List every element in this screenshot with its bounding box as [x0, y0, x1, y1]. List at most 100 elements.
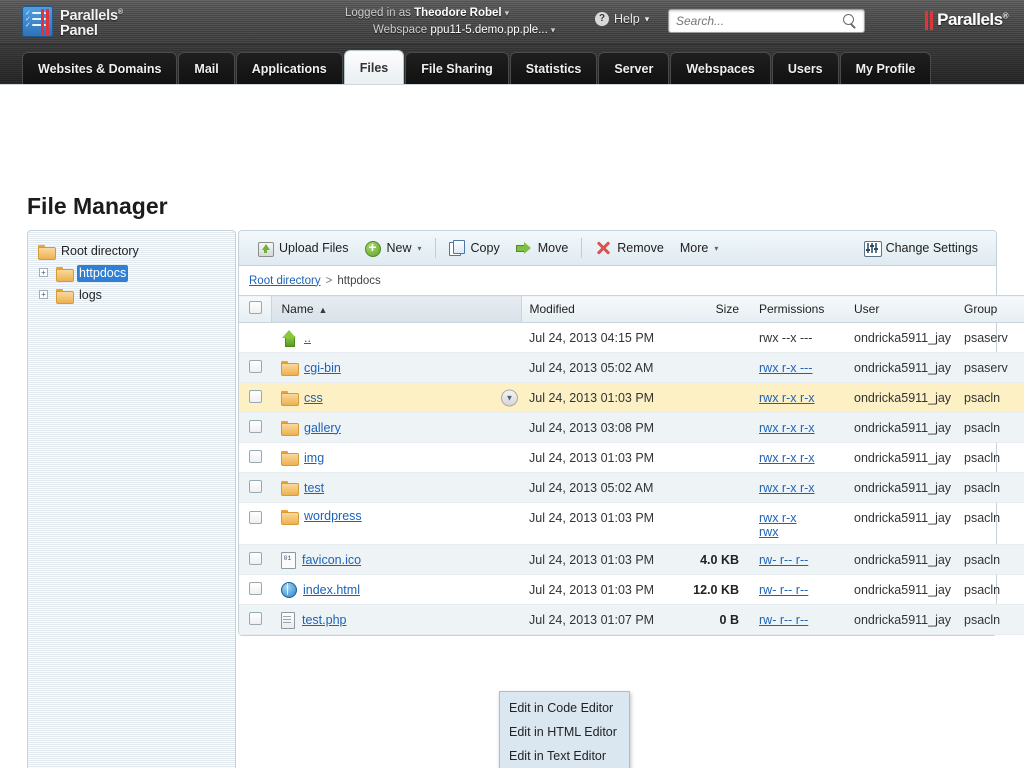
- row-checkbox[interactable]: [249, 480, 262, 493]
- row-checkbox[interactable]: [249, 420, 262, 433]
- upload-icon: [257, 240, 273, 256]
- folder-icon: [281, 421, 297, 434]
- row-checkbox[interactable]: [249, 390, 262, 403]
- search-icon[interactable]: [843, 14, 857, 28]
- upload-files-button[interactable]: Upload Files: [249, 235, 356, 261]
- new-button[interactable]: New ▾: [356, 235, 429, 261]
- column-header-permissions[interactable]: Permissions: [751, 296, 846, 323]
- file-name-link[interactable]: wordpress: [304, 509, 362, 523]
- expand-toggle-icon[interactable]: +: [39, 290, 48, 299]
- tree-item-logs[interactable]: + logs: [38, 285, 235, 305]
- table-row[interactable]: gallery Jul 24, 2013 03:08 PM rwx r-x r-…: [239, 413, 1024, 443]
- search-box[interactable]: [668, 9, 865, 33]
- table-row[interactable]: css ▼ Jul 24, 2013 01:03 PM rwx r-x r-x …: [239, 383, 1024, 413]
- folder-icon: [56, 289, 72, 302]
- chevron-down-icon: ▾: [714, 244, 718, 253]
- breadcrumb-current: httpdocs: [337, 275, 380, 287]
- change-settings-button[interactable]: Change Settings: [856, 235, 986, 261]
- tab-users[interactable]: Users: [772, 52, 839, 84]
- tree-item-root-directory[interactable]: Root directory: [38, 241, 235, 261]
- permissions-link[interactable]: rwx r-x ---: [759, 361, 812, 375]
- file-name-link[interactable]: css: [304, 391, 323, 405]
- row-checkbox[interactable]: [249, 582, 262, 595]
- file-name-link[interactable]: cgi-bin: [304, 361, 341, 375]
- user-menu-chevron-down-icon[interactable]: ▾: [505, 8, 510, 18]
- file-name-link[interactable]: index.html: [303, 583, 360, 597]
- permissions-link[interactable]: rw- r-- r--: [759, 583, 808, 597]
- breadcrumb-root-link[interactable]: Root directory: [249, 275, 321, 287]
- table-row[interactable]: test Jul 24, 2013 05:02 AM rwx r-x r-x o…: [239, 473, 1024, 503]
- row-checkbox-cell[interactable]: [239, 545, 271, 575]
- file-name-link[interactable]: test.php: [302, 613, 346, 627]
- table-row[interactable]: index.html Jul 24, 2013 01:03 PM 12.0 KB…: [239, 575, 1024, 605]
- row-size-cell: [681, 383, 751, 413]
- copy-button[interactable]: Copy: [441, 235, 508, 261]
- logged-in-user[interactable]: Theodore Robel: [414, 7, 502, 19]
- row-actions-chevron-down-icon[interactable]: ▼: [501, 389, 518, 406]
- tab-webspaces[interactable]: Webspaces: [670, 52, 771, 84]
- column-header-name[interactable]: Name▲: [271, 296, 521, 323]
- row-checkbox[interactable]: [249, 612, 262, 625]
- file-name-link[interactable]: gallery: [304, 421, 341, 435]
- move-button[interactable]: Move: [508, 235, 577, 261]
- column-header-group[interactable]: Group: [956, 296, 1024, 323]
- menu-item-edit-text-editor[interactable]: Edit in Text Editor: [500, 744, 629, 768]
- row-modified-cell: Jul 24, 2013 01:03 PM: [521, 545, 681, 575]
- more-button[interactable]: More ▾: [672, 235, 727, 261]
- row-checkbox-cell[interactable]: [239, 575, 271, 605]
- row-checkbox[interactable]: [249, 552, 262, 565]
- permissions-link[interactable]: rw- r-- r--: [759, 613, 808, 627]
- file-name-link[interactable]: test: [304, 481, 324, 495]
- tab-server[interactable]: Server: [598, 52, 669, 84]
- file-name-link[interactable]: ..: [304, 331, 311, 345]
- row-checkbox-cell[interactable]: [239, 443, 271, 473]
- help-menu[interactable]: ? Help ▾: [595, 12, 649, 26]
- permissions-link[interactable]: rwx r-x rwx: [759, 511, 803, 539]
- remove-button[interactable]: Remove: [587, 235, 672, 261]
- menu-item-edit-html-editor[interactable]: Edit in HTML Editor: [500, 720, 629, 744]
- row-checkbox-cell[interactable]: [239, 413, 271, 443]
- row-checkbox-cell[interactable]: [239, 503, 271, 545]
- webspace-chevron-down-icon[interactable]: ▾: [551, 25, 556, 35]
- tab-statistics[interactable]: Statistics: [510, 52, 598, 84]
- row-checkbox[interactable]: [249, 450, 262, 463]
- permissions-link[interactable]: rwx r-x r-x: [759, 451, 815, 465]
- select-all-header[interactable]: [239, 296, 271, 323]
- column-header-size[interactable]: Size: [681, 296, 751, 323]
- table-row[interactable]: test.php Jul 24, 2013 01:07 PM 0 B rw- r…: [239, 605, 1024, 635]
- tab-mail[interactable]: Mail: [178, 52, 234, 84]
- tab-websites-domains[interactable]: Websites & Domains: [22, 52, 177, 84]
- tree-item-httpdocs[interactable]: + httpdocs: [38, 263, 235, 283]
- menu-item-edit-code-editor[interactable]: Edit in Code Editor: [500, 696, 629, 720]
- expand-toggle-icon[interactable]: +: [39, 268, 48, 277]
- column-header-modified[interactable]: Modified: [521, 296, 681, 323]
- permissions-link[interactable]: rwx r-x r-x: [759, 421, 815, 435]
- folder-icon: [38, 245, 54, 258]
- row-checkbox-cell[interactable]: [239, 353, 271, 383]
- webspace-value[interactable]: ppu11-5.demo.pp.ple...: [430, 24, 547, 36]
- tab-file-sharing[interactable]: File Sharing: [405, 52, 509, 84]
- table-row[interactable]: img Jul 24, 2013 01:03 PM rwx r-x r-x on…: [239, 443, 1024, 473]
- file-name-link[interactable]: favicon.ico: [302, 553, 361, 567]
- row-name-cell: gallery: [271, 413, 521, 443]
- table-row[interactable]: .. Jul 24, 2013 04:15 PM rwx --x --- ond…: [239, 323, 1024, 353]
- tab-applications[interactable]: Applications: [236, 52, 343, 84]
- table-row[interactable]: 01 favicon.ico Jul 24, 2013 01:03 PM 4.0…: [239, 545, 1024, 575]
- permissions-link[interactable]: rw- r-- r--: [759, 553, 808, 567]
- column-header-user[interactable]: User: [846, 296, 956, 323]
- row-checkbox[interactable]: [249, 360, 262, 373]
- tab-files[interactable]: Files: [344, 50, 405, 84]
- row-checkbox-cell[interactable]: [239, 473, 271, 503]
- table-row[interactable]: cgi-bin Jul 24, 2013 05:02 AM rwx r-x --…: [239, 353, 1024, 383]
- row-checkbox-cell[interactable]: [239, 383, 271, 413]
- row-checkbox[interactable]: [249, 511, 262, 524]
- permissions-link[interactable]: rwx r-x r-x: [759, 391, 815, 405]
- permissions-link[interactable]: rwx r-x r-x: [759, 481, 815, 495]
- tab-my-profile[interactable]: My Profile: [840, 52, 932, 84]
- select-all-checkbox[interactable]: [249, 301, 262, 314]
- search-input[interactable]: [676, 10, 836, 32]
- html-file-icon: [281, 582, 296, 597]
- table-row[interactable]: wordpress Jul 24, 2013 01:03 PM rwx r-x …: [239, 503, 1024, 545]
- row-checkbox-cell[interactable]: [239, 605, 271, 635]
- file-name-link[interactable]: img: [304, 451, 324, 465]
